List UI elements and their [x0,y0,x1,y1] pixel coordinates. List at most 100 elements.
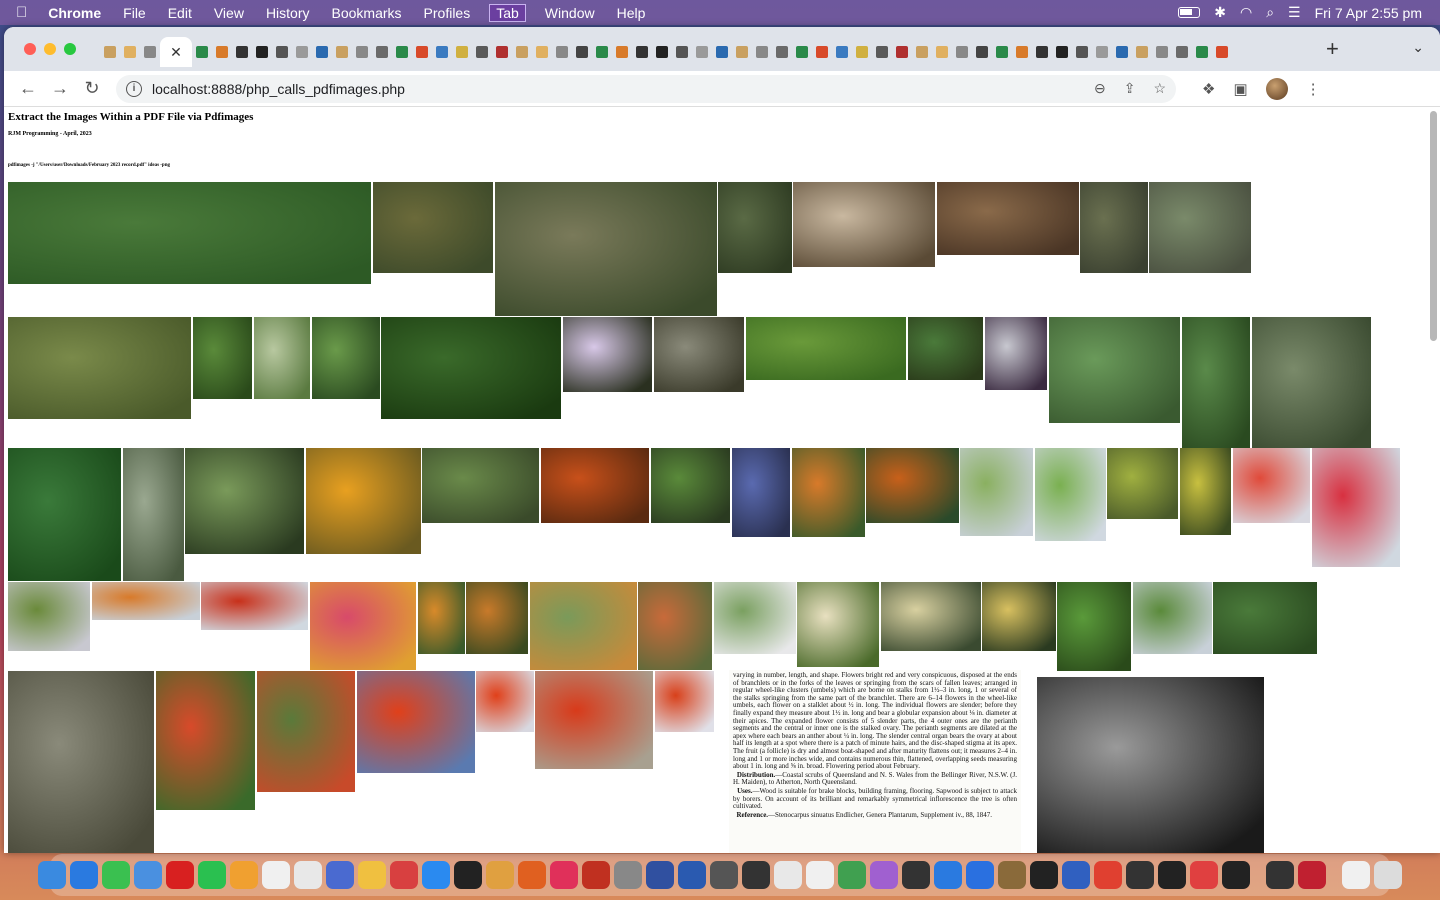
tab-item[interactable] [100,37,120,67]
dock-app-icon[interactable] [806,861,834,889]
dock-app-icon[interactable] [646,861,674,889]
dock-app-icon[interactable] [390,861,418,889]
dock-app-icon[interactable] [678,861,706,889]
tab-item[interactable] [652,37,672,67]
dock-app-icon[interactable] [838,861,866,889]
dock-app-icon[interactable] [1030,861,1058,889]
bookmark-star-icon[interactable]: ☆ [1153,80,1166,97]
tab-item[interactable] [292,37,312,67]
tab-item[interactable] [212,37,232,67]
tab-item[interactable] [272,37,292,67]
chrome-menu-icon[interactable]: ⋮ [1306,80,1321,98]
site-info-icon[interactable]: i [126,80,142,97]
tab-item[interactable] [1192,37,1212,67]
tab-item[interactable] [1072,37,1092,67]
tab-item[interactable] [232,37,252,67]
control-center-icon[interactable]: ☰ [1288,4,1301,21]
tab-item[interactable] [792,37,812,67]
address-bar[interactable]: i localhost:8888/php_calls_pdfimages.php… [116,74,1176,103]
dock-app-icon[interactable] [134,861,162,889]
tab-item[interactable] [372,37,392,67]
dock-app-icon[interactable] [550,861,578,889]
dock-app-icon[interactable] [1222,861,1250,889]
tab-item[interactable] [1052,37,1072,67]
tab-item[interactable] [312,37,332,67]
menu-bookmarks[interactable]: Bookmarks [321,5,413,21]
dock-app-icon[interactable] [294,861,322,889]
tab-item[interactable] [1152,37,1172,67]
dock-app-icon[interactable] [70,861,98,889]
url-text[interactable]: localhost:8888/php_calls_pdfimages.php [152,81,405,97]
menu-app-name[interactable]: Chrome [37,5,112,21]
tab-item[interactable] [120,37,140,67]
dock-app-icon[interactable] [614,861,642,889]
tab-item[interactable] [392,37,412,67]
tab-search-button[interactable]: ⌄ [1412,39,1424,56]
tab-item[interactable] [1092,37,1112,67]
menu-clock[interactable]: Fri 7 Apr 2:55 pm [1315,5,1422,21]
tab-item[interactable] [692,37,712,67]
menu-window[interactable]: Window [534,5,606,21]
dock-app-icon[interactable] [486,861,514,889]
reload-icon[interactable]: ↻ [76,78,108,99]
menu-view[interactable]: View [203,5,255,21]
tab-item[interactable] [552,37,572,67]
bluetooth-icon[interactable]: ✱ [1214,4,1226,21]
vertical-scrollbar[interactable] [1430,111,1437,341]
dock-app-icon[interactable] [1266,861,1294,889]
menu-file[interactable]: File [112,5,157,21]
dock-app-icon[interactable] [358,861,386,889]
dock-app-icon[interactable] [518,861,546,889]
tab-item[interactable] [192,37,212,67]
tab-item[interactable] [932,37,952,67]
spotlight-search-icon[interactable]: ⌕ [1266,4,1274,21]
tab-item[interactable] [912,37,932,67]
minimize-window-button[interactable] [44,43,56,55]
tab-item[interactable] [772,37,792,67]
tab-item[interactable] [812,37,832,67]
menu-edit[interactable]: Edit [157,5,203,21]
dock-app-icon[interactable] [934,861,962,889]
tab-item[interactable] [252,37,272,67]
tab-item[interactable] [532,37,552,67]
tab-item[interactable] [472,37,492,67]
dock-app-icon[interactable] [870,861,898,889]
tab-item[interactable] [452,37,472,67]
tab-item[interactable] [732,37,752,67]
dock-app-icon[interactable] [262,861,290,889]
tab-item[interactable] [1112,37,1132,67]
dock-app-icon[interactable] [710,861,738,889]
tab-item[interactable] [1132,37,1152,67]
wifi-icon[interactable]: ◠ [1240,4,1252,21]
tab-item[interactable] [872,37,892,67]
tab-item[interactable] [412,37,432,67]
tab-item[interactable] [632,37,652,67]
close-window-button[interactable] [24,43,36,55]
side-panel-icon[interactable]: ▣ [1233,80,1247,98]
forward-arrow-icon[interactable]: → [44,78,76,99]
tab-item[interactable] [1212,37,1232,67]
dock-app-icon[interactable] [774,861,802,889]
battery-icon[interactable] [1178,7,1201,18]
back-arrow-icon[interactable]: ← [12,78,44,99]
dock-app-icon[interactable] [902,861,930,889]
dock-app-icon[interactable] [998,861,1026,889]
tab-item[interactable] [352,37,372,67]
zoom-window-button[interactable] [64,43,76,55]
tab-item[interactable] [672,37,692,67]
tab-item[interactable] [332,37,352,67]
dock-app-icon[interactable] [166,861,194,889]
new-tab-button[interactable]: + [1326,36,1339,62]
dock-app-icon[interactable] [102,861,130,889]
dock-app-icon[interactable] [1158,861,1186,889]
dock-app-icon[interactable] [1298,861,1326,889]
share-icon[interactable]: ⇪ [1124,80,1136,97]
dock-app-icon[interactable] [1190,861,1218,889]
dock-app-icon[interactable] [454,861,482,889]
tab-item[interactable] [1172,37,1192,67]
tab-item[interactable] [432,37,452,67]
dock-app-icon[interactable] [1094,861,1122,889]
tab-item[interactable] [752,37,772,67]
tab-item[interactable] [512,37,532,67]
tab-item[interactable] [952,37,972,67]
